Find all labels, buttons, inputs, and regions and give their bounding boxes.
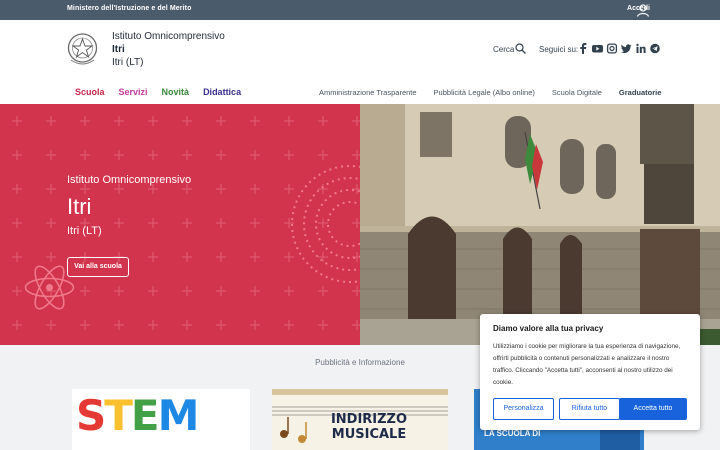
- nav-graduatorie[interactable]: Graduatorie: [619, 88, 662, 97]
- hero-panel: Istituto Omnicomprensivo Itri Itri (LT) …: [0, 104, 360, 345]
- school-card-title: LA SCUOLA DI: [484, 429, 541, 438]
- youtube-icon[interactable]: [592, 43, 603, 54]
- atom-icon: [24, 265, 75, 310]
- search-label[interactable]: Cerca: [493, 45, 514, 54]
- stem-letter: T: [104, 391, 133, 440]
- twitter-icon[interactable]: [621, 43, 632, 54]
- top-bar: Ministero dell'Istruzione e del Merito A…: [0, 0, 720, 20]
- cookie-title: Diamo valore alla tua privacy: [493, 324, 604, 333]
- nav-novita[interactable]: Novità: [162, 87, 190, 97]
- cookie-consent-dialog: Diamo valore alla tua privacy Utilizziam…: [480, 314, 700, 430]
- hero-school-location: Itri (LT): [67, 225, 102, 237]
- school-type[interactable]: Istituto Omnicomprensivo: [112, 31, 225, 42]
- hero-school-type: Istituto Omnicomprensivo: [67, 174, 192, 186]
- nav-didattica[interactable]: Didattica: [203, 87, 241, 97]
- stem-letter: E: [130, 391, 160, 440]
- telegram-icon[interactable]: [650, 43, 660, 54]
- search-icon[interactable]: [515, 43, 526, 54]
- music-card-title: INDIRIZZO MUSICALE: [330, 412, 408, 442]
- user-icon[interactable]: [636, 3, 650, 17]
- nav-pubblicita-legale[interactable]: Pubblicità Legale (Albo online): [434, 88, 535, 97]
- hero-school-name: Itri: [67, 194, 92, 219]
- republic-emblem-icon[interactable]: [66, 31, 99, 68]
- school-location[interactable]: Itri (LT): [112, 57, 143, 68]
- accept-all-button[interactable]: Accetta tutto: [619, 398, 687, 420]
- facebook-icon[interactable]: [579, 43, 588, 54]
- instagram-icon[interactable]: [607, 43, 617, 54]
- nav-scuola-digitale[interactable]: Scuola Digitale: [552, 88, 602, 97]
- linkedin-icon[interactable]: [636, 43, 646, 54]
- stem-letter: S: [76, 391, 106, 440]
- site-header: Istituto Omnicomprensivo Itri Itri (LT) …: [0, 20, 720, 104]
- stem-card-title: STEM: [76, 391, 200, 440]
- reject-all-button[interactable]: Rifiuta tutto: [559, 398, 620, 420]
- school-name[interactable]: Itri: [112, 44, 125, 55]
- nav-scuola[interactable]: Scuola: [75, 87, 105, 97]
- nav-amministrazione-trasparente[interactable]: Amministrazione Trasparente: [319, 88, 417, 97]
- nav-servizi[interactable]: Servizi: [119, 87, 148, 97]
- stem-letter: M: [157, 391, 200, 440]
- social-label: Seguici su:: [539, 45, 579, 54]
- school-building-image: [360, 104, 720, 345]
- main-nav: Scuola Servizi Novità Didattica: [75, 87, 241, 97]
- cookie-body: Utilizziamo i cookie per migliorare la t…: [493, 343, 681, 386]
- ministry-link[interactable]: Ministero dell'Istruzione e del Merito: [67, 5, 191, 12]
- music-card[interactable]: INDIRIZZO MUSICALE: [272, 389, 448, 450]
- secondary-nav: Amministrazione Trasparente Pubblicità L…: [319, 88, 678, 97]
- school-building-photo: [360, 104, 720, 345]
- stem-card[interactable]: STEM: [72, 389, 250, 450]
- customize-button[interactable]: Personalizza: [493, 398, 554, 420]
- ring-decoration-icon: [291, 165, 360, 283]
- social-icons: [579, 43, 660, 54]
